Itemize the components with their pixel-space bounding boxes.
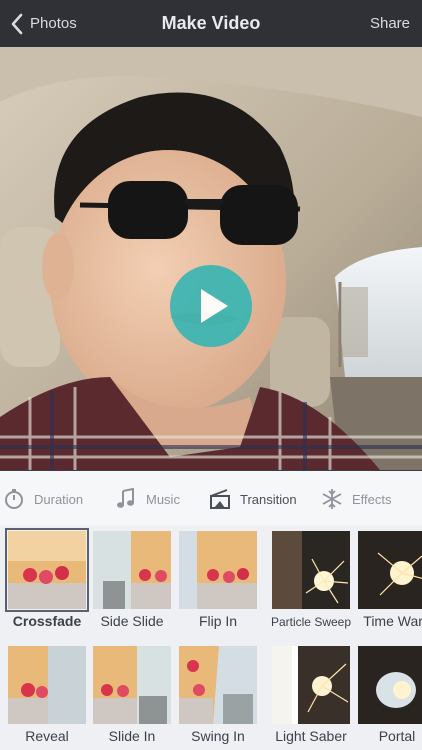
transition-thumbnail xyxy=(179,531,257,609)
transition-thumbnail xyxy=(8,646,86,724)
transition-thumbnail xyxy=(179,646,257,724)
music-note-icon xyxy=(114,487,138,511)
transition-thumbnail xyxy=(5,528,89,612)
transition-flip-in[interactable]: Flip In xyxy=(179,531,257,639)
tab-duration-label: Duration xyxy=(34,491,84,507)
transition-label: Swing In xyxy=(191,728,245,744)
transition-thumbnail xyxy=(93,531,171,609)
tab-effects-label: Effects xyxy=(352,491,392,507)
transition-label: Light Saber xyxy=(275,728,347,744)
video-frame-image xyxy=(0,47,422,470)
transition-label: Side Slide xyxy=(100,613,164,629)
tab-effects[interactable]: Effects xyxy=(320,471,392,527)
transition-side-slide[interactable]: Side Slide xyxy=(93,531,171,639)
transition-reveal[interactable]: Reveal xyxy=(8,646,86,750)
transition-label: Time Warp xyxy=(363,613,422,629)
transition-label: Slide In xyxy=(108,728,156,744)
transition-thumbnail xyxy=(272,531,350,609)
transition-thumbnail xyxy=(358,646,422,724)
snowflake-icon xyxy=(320,487,344,511)
tab-music-label: Music xyxy=(146,491,180,507)
tab-transition[interactable]: Transition xyxy=(208,471,297,527)
editor-tab-bar: Duration Music Transition Effects xyxy=(0,470,422,527)
tab-music[interactable]: Music xyxy=(114,471,180,527)
transition-label: Portal xyxy=(378,728,416,744)
transition-label: Particle Sweep xyxy=(270,615,352,629)
transition-time-warp[interactable]: Time Warp xyxy=(358,531,422,639)
video-preview[interactable] xyxy=(0,47,422,470)
transition-thumbnail xyxy=(272,646,350,724)
transition-portal[interactable]: Portal xyxy=(358,646,422,750)
transition-light-saber[interactable]: Light Saber xyxy=(272,646,350,750)
page-title: Make Video xyxy=(161,13,261,33)
transition-label: Flip In xyxy=(198,613,238,629)
transition-grid: Crossfade Side Slide Flip In Particle Sw… xyxy=(0,526,422,750)
tab-duration[interactable]: Duration xyxy=(2,471,83,527)
transition-label: Crossfade xyxy=(12,613,82,629)
transition-label: Reveal xyxy=(25,728,69,744)
transition-thumbnail xyxy=(93,646,171,724)
navigation-bar: Photos Make Video Share xyxy=(0,0,422,47)
transition-thumbnail xyxy=(358,531,422,609)
transition-icon xyxy=(208,487,232,511)
transition-swing-in[interactable]: Swing In xyxy=(179,646,257,750)
tab-transition-label: Transition xyxy=(240,491,297,507)
stopwatch-icon xyxy=(2,487,26,511)
play-icon xyxy=(201,289,228,323)
share-button[interactable]: Share xyxy=(370,0,410,47)
transition-slide-in[interactable]: Slide In xyxy=(93,646,171,750)
transition-particle-sweep[interactable]: Particle Sweep xyxy=(271,531,351,639)
transition-crossfade[interactable]: Crossfade xyxy=(5,528,89,639)
play-button[interactable] xyxy=(170,265,252,347)
